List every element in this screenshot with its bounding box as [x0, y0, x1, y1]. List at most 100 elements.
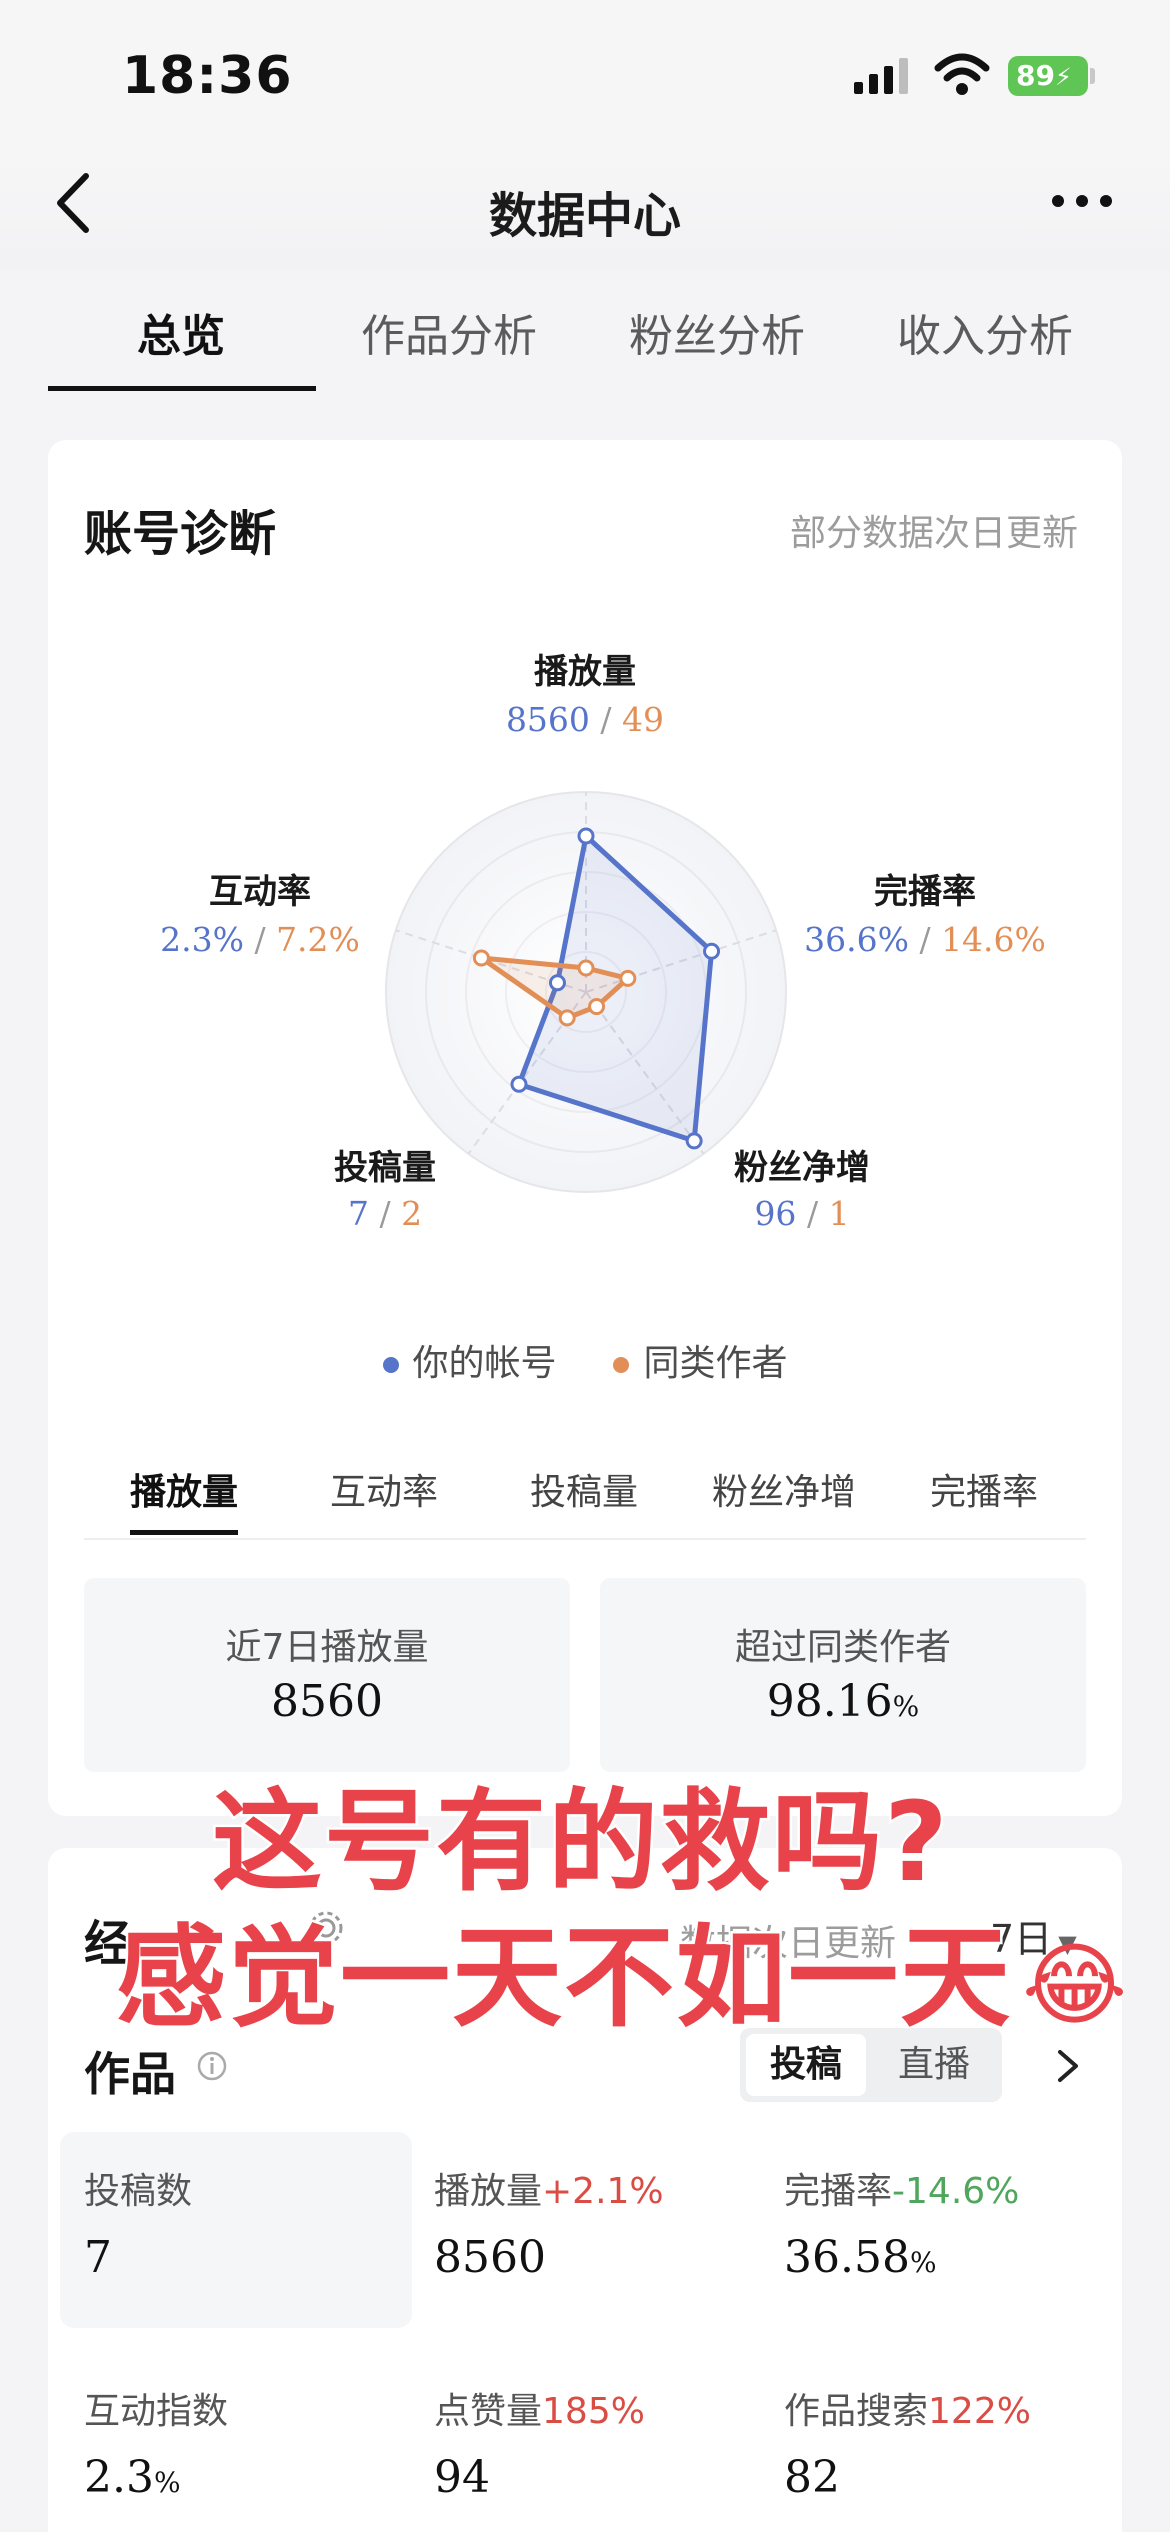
radar-label-completion: 完播率 — [874, 872, 976, 912]
radar-chart — [385, 791, 787, 1193]
page-title: 数据中心 — [488, 188, 681, 244]
subtab-completion[interactable]: 完播率 — [884, 1463, 1084, 1515]
fans-peers: 1 — [828, 1194, 850, 1233]
metric-value-interaction: 2.3% — [84, 2452, 181, 2503]
stat-label: 超过同类作者 — [734, 1627, 951, 1668]
radar-value-fans: 96 / 1 — [672, 1194, 932, 1233]
metric-unit: % — [909, 2246, 937, 2279]
plays-yours: 8560 — [505, 700, 590, 739]
metric-unit: % — [153, 2466, 181, 2499]
legend-peers: 同类作者 — [643, 1343, 788, 1384]
radar-legend: 你的帐号 同类作者 — [0, 1334, 1170, 1386]
interaction-peers: 7.2% — [276, 920, 360, 959]
legend-dot-yours — [382, 1357, 399, 1373]
metric-value-completion: 36.58% — [784, 2232, 937, 2283]
metric-label-interaction: 互动指数 — [84, 2382, 228, 2434]
overlay-caption-text: 感觉一天不如一天 — [114, 1912, 1013, 2045]
radar-point-peers — [577, 959, 595, 977]
metric-number: 82 — [784, 2452, 840, 2503]
value-separator: / — [600, 700, 612, 739]
metric-value-search: 82 — [784, 2452, 840, 2503]
completion-peers: 14.6% — [941, 920, 1046, 959]
radar-value-interaction: 2.3% / 7.2% — [130, 920, 390, 959]
battery-indicator: 89⚡ — [1008, 56, 1088, 96]
chevron-right-icon[interactable] — [1054, 2046, 1082, 2086]
value-separator: / — [254, 920, 266, 959]
status-time: 18:36 — [122, 46, 293, 106]
more-options-icon[interactable] — [1050, 186, 1114, 216]
posts-yours: 7 — [347, 1194, 369, 1233]
value-separator: / — [379, 1194, 391, 1233]
stat-value: 98.16% — [600, 1676, 1086, 1727]
works-section-title: 作品 — [84, 2047, 176, 2101]
stat-7day-plays: 近7日播放量 8560 — [84, 1578, 570, 1772]
metric-label-text: 投稿数 — [84, 2171, 193, 2212]
metric-number: 7 — [84, 2232, 112, 2283]
stat-value: 8560 — [84, 1676, 570, 1727]
metric-label-posts: 投稿数 — [84, 2162, 192, 2214]
metric-label-text: 完播率 — [784, 2171, 893, 2212]
cellular-signal-icon — [854, 58, 908, 94]
overlay-caption-line2: 感觉一天不如一天 😂 — [114, 1888, 1129, 2048]
subtab-posts[interactable]: 投稿量 — [484, 1463, 684, 1515]
charging-icon: ⚡ — [1054, 63, 1072, 91]
subtab-plays[interactable]: 播放量 — [84, 1463, 284, 1515]
metric-label-search: 作品搜索122% — [784, 2382, 1031, 2434]
stat-beat-peers: 超过同类作者 98.16% — [600, 1578, 1086, 1772]
tab-works-analysis[interactable]: 作品分析 — [314, 300, 584, 364]
metric-number: 36.58 — [784, 2232, 910, 2283]
subtab-divider — [84, 1538, 1086, 1540]
subtab-fans[interactable]: 粉丝净增 — [684, 1463, 884, 1515]
interaction-yours: 2.3% — [160, 920, 244, 959]
metric-value-posts: 7 — [84, 2232, 112, 2283]
completion-yours: 36.6% — [804, 920, 909, 959]
content-type-toggle: 投稿 直播 — [740, 2028, 1002, 2102]
subtab-interaction[interactable]: 互动率 — [284, 1463, 484, 1515]
radar-label-posts: 投稿量 — [334, 1148, 436, 1188]
metric-number: 94 — [434, 2452, 490, 2503]
metric-change-up: 185% — [542, 2391, 645, 2432]
radar-point-yours — [577, 827, 595, 845]
diagnosis-title: 账号诊断 — [84, 506, 277, 562]
plays-peers: 49 — [622, 700, 665, 739]
metric-label-likes: 点赞量185% — [434, 2382, 645, 2434]
posts-peers: 2 — [401, 1194, 423, 1233]
metric-value-plays: 8560 — [434, 2232, 546, 2283]
metric-label-text: 点赞量 — [434, 2391, 543, 2432]
radar-point-yours — [703, 942, 721, 960]
radar-point-peers — [588, 998, 606, 1016]
stat-number: 8560 — [271, 1676, 383, 1727]
metric-label-text: 播放量 — [434, 2171, 543, 2212]
metric-change-up: +2.1% — [542, 2171, 664, 2212]
info-icon[interactable] — [196, 2050, 228, 2082]
tab-income-analysis[interactable]: 收入分析 — [850, 300, 1120, 364]
metric-label-plays: 播放量+2.1% — [434, 2162, 664, 2214]
status-bar: 18:36 89⚡ — [0, 0, 1170, 150]
legend-dot-peers — [613, 1357, 630, 1373]
stat-unit: % — [892, 1690, 920, 1723]
radar-point-yours — [548, 974, 566, 992]
tab-overview[interactable]: 总览 — [46, 300, 316, 364]
radar-value-posts: 7 / 2 — [255, 1194, 515, 1233]
legend-yours: 你的帐号 — [412, 1343, 557, 1384]
value-separator: / — [806, 1194, 819, 1233]
tab-fans-analysis[interactable]: 粉丝分析 — [582, 300, 852, 364]
radar-label-interaction: 互动率 — [209, 872, 311, 912]
radar-value-plays: 8560 / 49 — [455, 700, 715, 739]
fans-yours: 96 — [754, 1194, 797, 1233]
battery-tip — [1090, 68, 1095, 84]
subtab-indicator — [130, 1530, 238, 1535]
metric-number: 8560 — [434, 2232, 546, 2283]
toggle-posts[interactable]: 投稿 — [746, 2034, 866, 2096]
metric-label-completion: 完播率-14.6% — [784, 2162, 1019, 2214]
metric-label-text: 互动指数 — [84, 2391, 229, 2432]
radar-value-completion: 36.6% / 14.6% — [795, 920, 1055, 959]
radar-label-plays: 播放量 — [534, 652, 636, 692]
radar-point-peers — [472, 949, 490, 967]
battery-level: 89 — [1016, 59, 1055, 92]
diagnosis-update-note: 部分数据次日更新 — [790, 513, 1079, 554]
metric-number: 2.3 — [84, 2452, 154, 2503]
active-tab-indicator — [48, 386, 316, 391]
metric-change-up: 122% — [928, 2391, 1031, 2432]
toggle-live[interactable]: 直播 — [872, 2034, 996, 2096]
